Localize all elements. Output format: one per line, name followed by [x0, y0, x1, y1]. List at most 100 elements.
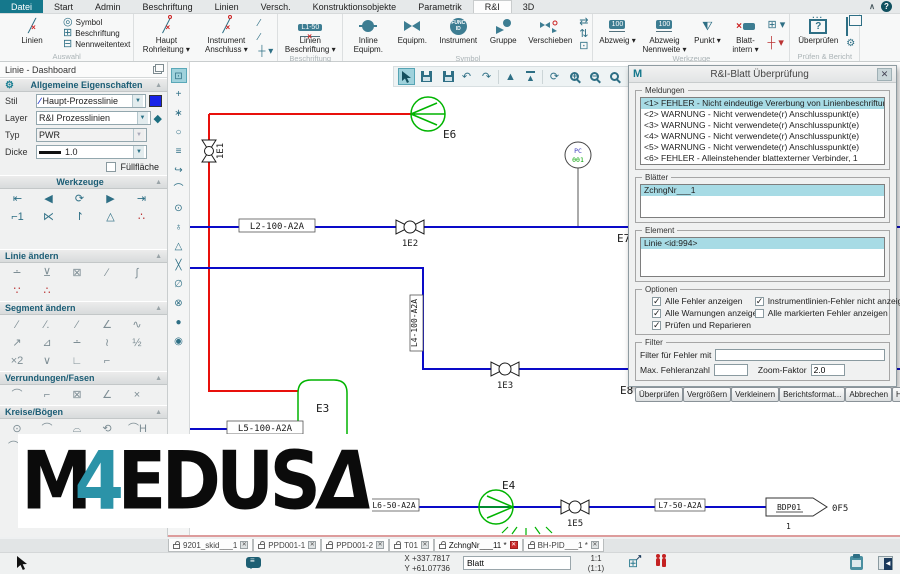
- go-first-icon[interactable]: ⇤: [8, 192, 27, 206]
- close-tab-icon[interactable]: ✕: [240, 541, 249, 549]
- snap-perpendicular-icon[interactable]: ♁: [171, 220, 187, 235]
- spline-line-icon[interactable]: ∫: [128, 266, 146, 280]
- chamfer-icon[interactable]: ∠: [98, 388, 116, 402]
- clipboard-icon[interactable]: [850, 554, 863, 570]
- move-segment-icon[interactable]: ∕: [8, 318, 26, 332]
- add-point-icon[interactable]: +: [171, 87, 187, 102]
- zoom-window-icon[interactable]: [606, 68, 623, 85]
- berichtsformat-button[interactable]: Berichtsformat...: [779, 387, 846, 402]
- snap-target-icon[interactable]: ◉: [171, 334, 187, 349]
- tab-9201-skid[interactable]: 9201_skid___1 ✕: [168, 539, 254, 552]
- dropdown-arrow-icon[interactable]: ▼: [133, 146, 144, 158]
- snap-free-icon[interactable]: ○: [171, 125, 187, 140]
- option-pruefen-reparieren[interactable]: Prüfen und Reparieren: [652, 320, 753, 331]
- image-dropdown-icon[interactable]: ⊞ ▾: [767, 20, 785, 31]
- fillet-1-icon[interactable]: ⌐1: [8, 210, 27, 224]
- redo-icon[interactable]: ↷: [478, 68, 495, 85]
- panel-toggle-icon[interactable]: [878, 556, 893, 570]
- symbol-rotate-icon[interactable]: ⇅: [579, 28, 588, 40]
- settings-gear-icon[interactable]: ⚙: [846, 38, 855, 49]
- collapse-section-icon[interactable]: ▲: [155, 253, 162, 260]
- punkt-button[interactable]: ⧨ Punkt ▾: [690, 15, 724, 54]
- select-tool-icon[interactable]: [398, 68, 415, 85]
- line-label-l2[interactable]: L2-100-A2A: [238, 218, 316, 233]
- valve-1e1[interactable]: [201, 139, 217, 163]
- snap-node-icon[interactable]: △: [171, 239, 187, 254]
- dicke-select[interactable]: 1.0 ▼: [36, 145, 147, 159]
- fillet-radius-icon[interactable]: ⌐: [38, 388, 56, 402]
- verschieben-button[interactable]: Verschieben: [524, 15, 576, 54]
- option-markierte-fehler[interactable]: Alle markierten Fehler anzeigen: [754, 308, 888, 318]
- half-segment-icon[interactable]: ½: [128, 336, 146, 350]
- menu-datei[interactable]: Datei: [0, 0, 44, 13]
- copy-segment-icon[interactable]: ∕.: [38, 318, 56, 332]
- square-corner-icon[interactable]: ⌐: [98, 354, 116, 368]
- menu-3d[interactable]: 3D: [512, 0, 546, 13]
- stil-select[interactable]: ∕ Haupt-Prozesslinie ▼: [36, 94, 146, 108]
- message-row[interactable]: <5> WARNUNG - Nicht verwendete(r) Anschl…: [641, 142, 884, 153]
- section-header-werkzeuge[interactable]: Werkzeuge ▲: [0, 175, 167, 189]
- linien-beschriftung-button[interactable]: L1-50 × Linien Beschriftung ▾: [281, 15, 339, 54]
- crosshair-red-icon[interactable]: ┼ ▾: [767, 37, 785, 49]
- go-next-icon[interactable]: ▶: [101, 192, 120, 206]
- report-window-icon[interactable]: [846, 17, 855, 36]
- undo-icon[interactable]: ↶: [458, 68, 475, 85]
- tab-t01[interactable]: T01 ✕: [389, 539, 434, 552]
- dialog-title-bar[interactable]: M R&I-Blatt Überprüfung ✕: [629, 66, 896, 83]
- menu-konstruktionsobjekte[interactable]: Konstruktionsobjekte: [302, 0, 408, 13]
- message-row[interactable]: <4> WARNUNG - Nicht verwendete(r) Anschl…: [641, 131, 884, 142]
- message-row[interactable]: <6> FEHLER - Alleinstehender blattextern…: [641, 153, 884, 164]
- tab-ppd001-2[interactable]: PPD001-2 ✕: [321, 539, 390, 552]
- close-tab-icon[interactable]: ✕: [308, 541, 317, 549]
- sheets-list[interactable]: ZchngNr___1: [640, 184, 885, 218]
- select-points-icon[interactable]: ⊡: [170, 68, 187, 83]
- snap-intersection-icon[interactable]: ∗: [171, 106, 187, 121]
- line-label-l5[interactable]: L5-100-A2A: [226, 420, 304, 435]
- merge-points-icon[interactable]: ∵: [8, 284, 26, 298]
- option-alle-fehler[interactable]: Alle Fehler anzeigen: [652, 296, 753, 307]
- reset-icon[interactable]: ⟳: [70, 192, 89, 206]
- fillet-icon[interactable]: ⌒: [8, 388, 26, 402]
- refresh-icon[interactable]: ⟳: [546, 68, 563, 85]
- abzweig-button[interactable]: 100 Abzweig ▾: [596, 15, 638, 54]
- sheet-name-input[interactable]: [463, 556, 571, 570]
- sheet-row[interactable]: ZchngNr___1: [641, 185, 884, 196]
- close-tab-icon[interactable]: ✕: [376, 541, 385, 549]
- angle-points-icon[interactable]: △: [101, 210, 120, 224]
- close-tab-icon[interactable]: ✕: [509, 541, 518, 549]
- collapse-section-icon[interactable]: ▲: [155, 82, 162, 89]
- sheet-connector-bdp01[interactable]: BDP01 0F5 1: [765, 497, 848, 531]
- collapse-section-icon[interactable]: ▲: [155, 409, 162, 416]
- ueberpruefen-button[interactable]: ? Überprüfen: [793, 12, 843, 52]
- snap-curve-icon[interactable]: ↪: [171, 163, 187, 178]
- section-header-linie-aendern[interactable]: Linie ändern ▲: [0, 249, 167, 263]
- message-row[interactable]: <2> WARNUNG - Nicht verwendete(r) Anschl…: [641, 109, 884, 120]
- curve-segment-icon[interactable]: ≀: [98, 336, 116, 350]
- checkbox-icon[interactable]: [652, 320, 661, 331]
- instrument-anschluss-button[interactable]: ╱ × Instrument Anschluss ▾: [197, 15, 255, 61]
- valve-1e2[interactable]: [395, 219, 425, 235]
- collapse-section-icon[interactable]: ▲: [155, 305, 162, 312]
- save-as-icon[interactable]: [438, 68, 455, 85]
- dropdown-arrow-icon[interactable]: ▼: [136, 112, 148, 124]
- float-panel-icon[interactable]: [153, 63, 164, 74]
- offset-segment-icon[interactable]: ⁄: [68, 318, 86, 332]
- linien-select-button[interactable]: ╱ × Linien: [3, 15, 61, 52]
- typ-select[interactable]: PWR ▼: [36, 128, 147, 142]
- beschriftung-select-button[interactable]: ⊞ Beschriftung: [63, 28, 130, 39]
- section-header-segment-aendern[interactable]: Segment ändern ▲: [0, 301, 167, 315]
- layers-icon[interactable]: ◆: [154, 112, 162, 125]
- line-label-l4[interactable]: L4-100-A2A: [409, 294, 424, 352]
- crosshair-dropdown-icon[interactable]: ┼ ▾: [258, 45, 273, 59]
- max-errors-input[interactable]: [713, 364, 748, 376]
- dash-dot-line-icon[interactable]: ∕: [258, 31, 273, 45]
- close-icon[interactable]: ✕: [877, 67, 892, 81]
- vergroessern-button[interactable]: Vergrößern: [683, 387, 732, 402]
- valve-1e5[interactable]: [560, 499, 590, 515]
- snap-tangent-icon[interactable]: ⊗: [171, 296, 187, 311]
- fuellflaeche-checkbox[interactable]: [106, 162, 117, 172]
- equipment-button[interactable]: Equipm.: [392, 15, 432, 54]
- comment-bubble-icon[interactable]: [246, 556, 261, 569]
- line-label-l7[interactable]: L7-50-A2A: [654, 498, 706, 512]
- snap-center-icon[interactable]: ⊙: [171, 201, 187, 216]
